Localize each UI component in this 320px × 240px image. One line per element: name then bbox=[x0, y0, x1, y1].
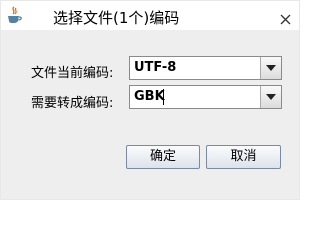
window-title: 选择文件(1个)编码 bbox=[53, 9, 180, 27]
dialog-content: 文件当前编码: UTF-8 需要转成编码: GBK 确定 取消 bbox=[1, 30, 299, 199]
cancel-button[interactable]: 取消 bbox=[206, 145, 281, 169]
current-encoding-dropdown-button[interactable] bbox=[260, 57, 281, 79]
target-encoding-value[interactable]: GBK bbox=[134, 89, 165, 104]
java-coffee-icon bbox=[5, 6, 23, 24]
current-encoding-value: UTF-8 bbox=[134, 60, 177, 75]
current-encoding-label: 文件当前编码: bbox=[31, 66, 114, 81]
text-caret bbox=[163, 89, 164, 105]
target-encoding-label: 需要转成编码: bbox=[31, 96, 114, 111]
ok-button[interactable]: 确定 bbox=[126, 145, 200, 169]
current-encoding-select[interactable]: UTF-8 bbox=[129, 56, 282, 80]
target-encoding-dropdown-button[interactable] bbox=[260, 86, 281, 108]
chevron-down-icon bbox=[266, 65, 276, 71]
target-encoding-select[interactable]: GBK bbox=[129, 85, 282, 109]
dialog-window: 选择文件(1个)编码 文件当前编码: UTF-8 需要转成编码: GBK 确定 … bbox=[0, 0, 300, 200]
title-bar[interactable]: 选择文件(1个)编码 bbox=[1, 1, 299, 30]
chevron-down-icon bbox=[266, 94, 276, 100]
close-icon[interactable] bbox=[280, 10, 291, 25]
